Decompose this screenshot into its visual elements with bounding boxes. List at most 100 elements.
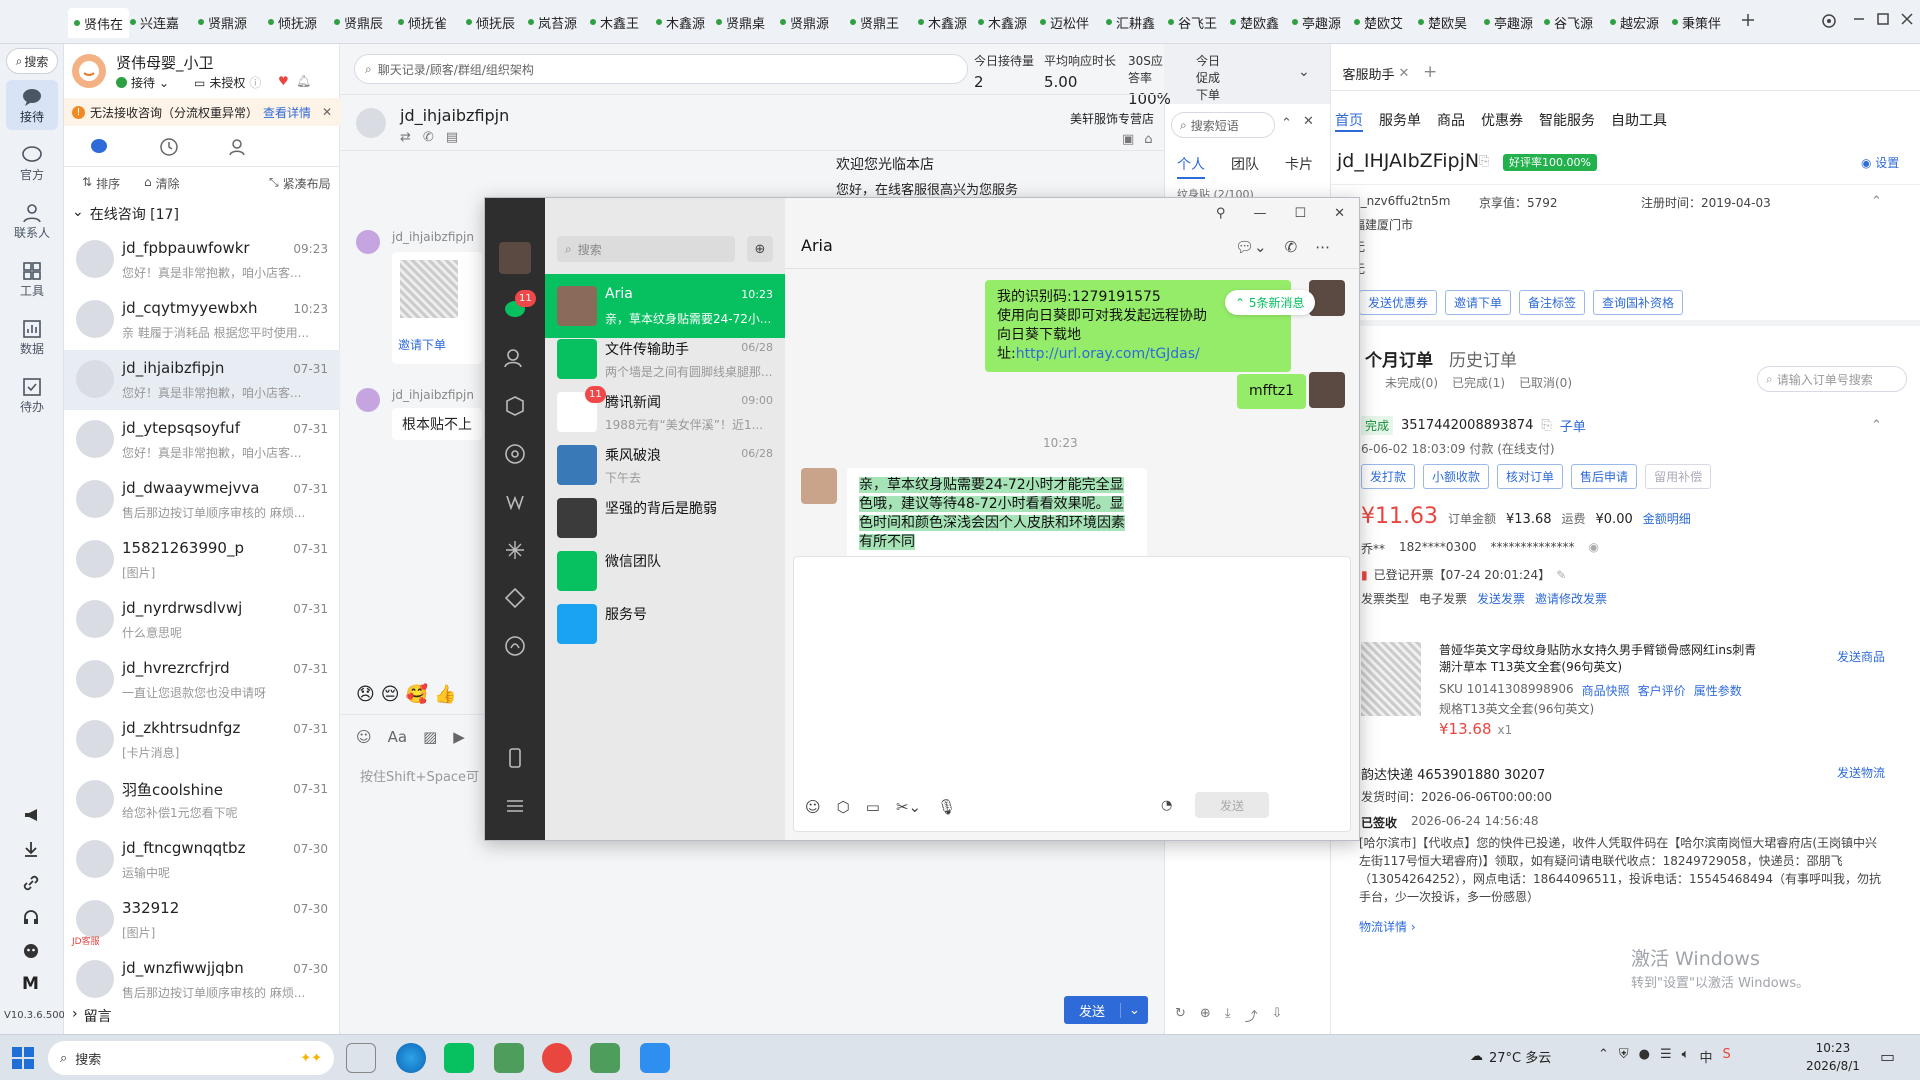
tab-3[interactable]: 倾抚源 <box>268 10 317 34</box>
edge-icon[interactable] <box>396 1043 426 1073</box>
nav-official[interactable]: 官方 <box>6 138 58 188</box>
tab-6[interactable]: 倾抚辰 <box>466 10 515 34</box>
phone-icon[interactable] <box>503 746 527 770</box>
tab-11[interactable]: 贤鼎源 <box>780 10 829 34</box>
buyer-action-0[interactable]: 发送优惠券 <box>1359 290 1438 315</box>
suborder-link[interactable]: 子单 <box>1560 416 1586 435</box>
close-icon[interactable]: ✕ <box>322 105 332 119</box>
tab-12[interactable]: 贤鼎王 <box>850 10 899 34</box>
nav-data[interactable]: 数据 <box>6 312 58 362</box>
tab-18[interactable]: 楚欧鑫 <box>1230 10 1279 34</box>
channels-icon[interactable] <box>503 490 527 514</box>
emoji-quick-bar[interactable]: 😞 😔 🥰 👍 <box>356 684 456 705</box>
customer-avatar[interactable] <box>356 108 386 138</box>
tab-team[interactable] <box>226 136 248 158</box>
windows-start-icon[interactable] <box>12 1047 34 1069</box>
assistant-nav-0[interactable]: 首页 <box>1335 110 1363 132</box>
chat-list-item[interactable]: jd_dwaaywmejvva 07-31 售后那边按订单顺序审核的 麻烦... <box>64 470 340 530</box>
phrase-search-input[interactable]: ⌕ 搜索短语 <box>1171 112 1275 138</box>
chat-list-item[interactable]: jd_wnzfiwwjjqbn 07-30 售后那边按订单顺序审核的 麻烦... <box>64 950 340 1010</box>
chat-list-item[interactable]: jd_ihjaibzfipjn 07-31 您好！真是非常抱歉，咱小店客... <box>64 350 340 410</box>
chevron-down-icon[interactable]: ⌄ <box>1120 1002 1148 1018</box>
message-icon[interactable]: 💬︎⌄ <box>1235 238 1267 256</box>
font-icon[interactable]: Aa <box>388 728 407 746</box>
ime-indicator[interactable]: 中 <box>1699 1047 1712 1066</box>
tab-15[interactable]: 迈松伴 <box>1040 10 1089 34</box>
clock[interactable]: 10:23 2026/8/1 <box>1806 1039 1860 1075</box>
mic-icon[interactable]: 🎙︎ <box>937 798 956 816</box>
chat-list-item[interactable]: 15821263990_p 07-31 [图片] <box>64 530 340 590</box>
tab-5[interactable]: 倾抚雀 <box>398 10 447 34</box>
image-icon[interactable]: ▨ <box>423 728 437 746</box>
nav-reception[interactable]: 接待 <box>6 80 58 130</box>
wechat-tray-icon[interactable]: ● <box>1639 1047 1650 1066</box>
link-icon[interactable] <box>22 874 40 892</box>
buyer-action-3[interactable]: 查询国补资格 <box>1593 290 1684 315</box>
order-search-input[interactable]: ⌕ 请输入订单号搜索 <box>1757 366 1907 392</box>
chat-list-item[interactable]: jd_hvrezrcfrjrd 07-31 一直让您退款您也没申请呀 <box>64 650 340 710</box>
plus-icon[interactable] <box>1740 12 1756 28</box>
eye-icon[interactable]: ◉ <box>1588 540 1598 557</box>
export-icon[interactable]: ⤴ <box>1245 1006 1258 1025</box>
voice-to-text-icon[interactable]: ◔ <box>1161 798 1172 813</box>
nav-todo[interactable]: 待办 <box>6 370 58 420</box>
megaphone-icon[interactable] <box>22 806 40 824</box>
close-icon[interactable] <box>1900 12 1914 26</box>
miniprogram-icon[interactable] <box>503 586 527 610</box>
assistant-nav-1[interactable]: 服务单 <box>1379 110 1421 132</box>
change-invoice-link[interactable]: 邀请修改发票 <box>1535 590 1607 607</box>
tab-23[interactable]: 谷飞源 <box>1544 10 1593 34</box>
tab-4[interactable]: 贤鼎辰 <box>334 10 383 34</box>
invite-order-link[interactable]: 邀请下单 <box>398 336 446 353</box>
message-input-box[interactable] <box>793 556 1351 832</box>
add-icon[interactable]: ⊕ <box>1200 1006 1211 1025</box>
send-product-link[interactable]: 发送商品 <box>1837 648 1885 665</box>
taskbar-search[interactable]: ⌕ 搜索 ✦✦ <box>48 1041 334 1075</box>
assistant-nav-4[interactable]: 智能服务 <box>1539 110 1595 132</box>
tab-19[interactable]: 亭趣源 <box>1292 10 1341 34</box>
tab-10[interactable]: 贤鼎桌 <box>716 10 765 34</box>
transfer-icon[interactable]: ⇄ <box>400 130 411 145</box>
assistant-nav-2[interactable]: 商品 <box>1437 110 1465 132</box>
download-icon[interactable] <box>22 840 40 858</box>
assistant-nav-3[interactable]: 优惠券 <box>1481 110 1523 132</box>
book-icon[interactable]: ▣ <box>1122 132 1134 147</box>
settings-icon[interactable] <box>1820 12 1838 30</box>
note-icon[interactable]: ▤ <box>446 130 458 145</box>
copy-icon[interactable]: ⎘ <box>1479 154 1489 169</box>
product-snapshot-link[interactable]: 商品快照 <box>1582 682 1630 699</box>
logistics-detail-link[interactable]: 物流详情 › <box>1359 918 1416 935</box>
volume-icon[interactable]: 🔈︎ <box>1682 1047 1690 1066</box>
minimize-icon[interactable]: — <box>1253 206 1266 221</box>
tab-personal[interactable]: 个人 <box>1177 154 1205 179</box>
buyer-action-2[interactable]: 备注标签 <box>1519 290 1586 315</box>
app-icon[interactable] <box>590 1043 620 1073</box>
tab-7[interactable]: 岚苔源 <box>528 10 577 34</box>
chat-list-item[interactable]: jd_ytepsqsoyfuf 07-31 您好！真是非常抱歉，咱小店客... <box>64 410 340 470</box>
send-logistics-link[interactable]: 发送物流 <box>1837 764 1885 781</box>
search-sparkle-icon[interactable] <box>503 538 527 562</box>
order-op-2[interactable]: 核对订单 <box>1497 464 1564 489</box>
scissors-icon[interactable]: ✂⌄ <box>896 798 921 816</box>
filter-pending[interactable]: 未完成(0) <box>1385 374 1438 391</box>
close-icon[interactable]: ✕ <box>1334 206 1345 221</box>
nav-contacts[interactable]: 联系人 <box>6 196 58 246</box>
product-card[interactable]: 邀请下单 <box>392 252 482 364</box>
wechat-chat-item[interactable]: 服务号 <box>545 592 785 656</box>
tab-recent-orders[interactable]: 个月订单 <box>1365 346 1433 371</box>
nav-search-button[interactable]: ⌕ 搜索 <box>6 48 58 74</box>
robot-icon[interactable] <box>22 942 40 960</box>
tab-history-orders[interactable]: 历史订单 <box>1449 346 1517 371</box>
my-avatar[interactable] <box>1309 372 1345 408</box>
copy-icon[interactable]: ⎘ <box>1541 418 1551 433</box>
phone-icon[interactable]: ✆ <box>423 130 434 145</box>
wechat-send-button[interactable]: 发送 <box>1195 792 1269 818</box>
section-online[interactable]: ⌄ 在线咨询 [17] <box>72 204 179 224</box>
video-icon[interactable]: ▶ <box>453 728 465 746</box>
minimize-icon[interactable] <box>1852 12 1866 26</box>
filter-cancel[interactable]: 已取消(0) <box>1519 374 1572 391</box>
order-op-3[interactable]: 售后申请 <box>1571 464 1638 489</box>
tab-13[interactable]: 木鑫源 <box>918 10 967 34</box>
network-icon[interactable]: ☰ <box>1660 1047 1672 1066</box>
message-input[interactable]: 按住Shift+Space可 <box>360 766 479 785</box>
